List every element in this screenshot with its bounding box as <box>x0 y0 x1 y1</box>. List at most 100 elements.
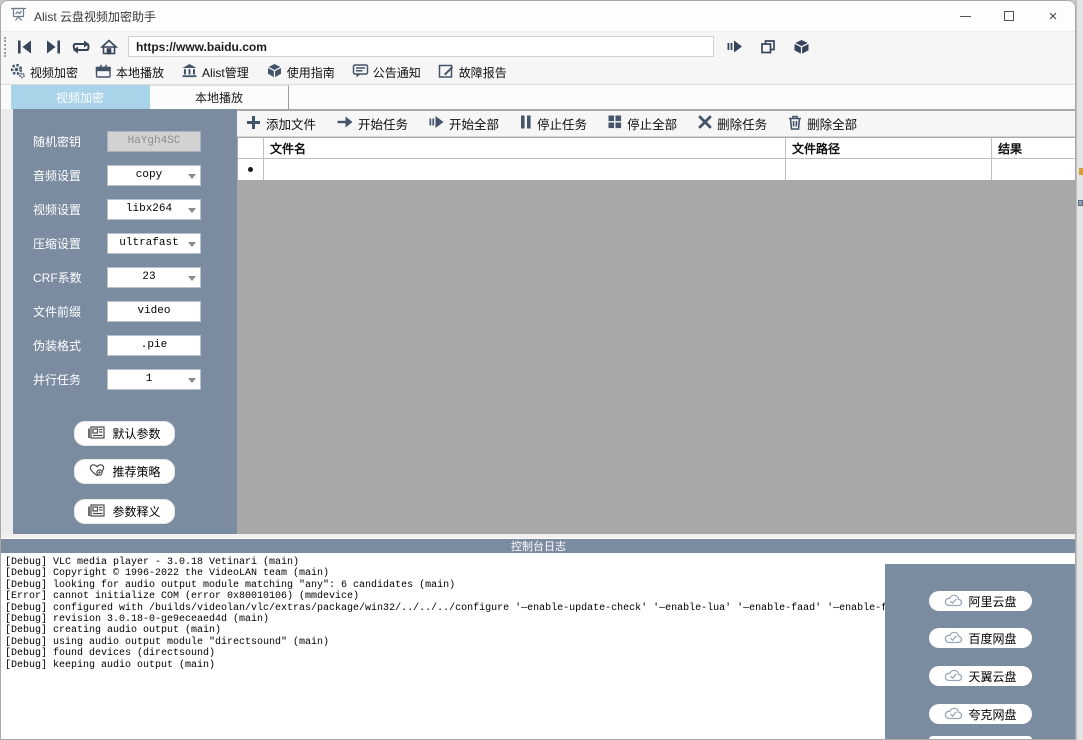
chevron-down-icon <box>188 242 196 247</box>
start-task-button[interactable]: 开始任务 <box>337 114 408 133</box>
field-label: 伪装格式 <box>33 337 107 354</box>
start-all-button[interactable]: 开始全部 <box>429 114 499 133</box>
cloud-drive-panel: 阿里云盘 百度网盘 天翼云盘 <box>885 562 1076 740</box>
tab-local-play[interactable]: 本地播放 <box>150 85 289 109</box>
cloud-check-icon <box>944 668 963 685</box>
menu-item-label: 故障报告 <box>459 64 507 81</box>
crf-select[interactable]: 23 <box>107 267 201 288</box>
cell-filename[interactable] <box>264 159 786 180</box>
toolbar-gripper <box>4 37 7 57</box>
table-row[interactable] <box>238 159 1076 180</box>
url-input[interactable] <box>128 36 714 57</box>
grid-corner-cell <box>238 138 264 158</box>
menu-user-guide[interactable]: 使用指南 <box>266 63 335 82</box>
file-grid: 文件名 文件路径 结果 <box>238 138 1076 180</box>
disguise-format-input[interactable] <box>107 335 201 356</box>
cell-filepath[interactable] <box>786 159 992 180</box>
baidu-drive-button[interactable]: 百度网盘 <box>929 628 1032 648</box>
delete-all-button[interactable]: 删除全部 <box>788 114 857 133</box>
file-prefix-input[interactable] <box>107 301 201 322</box>
field-label: 文件前缀 <box>33 303 107 320</box>
default-params-button[interactable]: 默认参数 <box>74 421 175 446</box>
copy-url-icon[interactable] <box>755 36 781 58</box>
refresh-icon[interactable] <box>68 36 94 58</box>
close-icon: × <box>1049 9 1058 24</box>
cloud-check-icon <box>944 630 963 647</box>
console-title: 控制台日志 <box>511 538 566 554</box>
clapperboard-icon <box>95 63 112 82</box>
arrow-right-icon <box>337 115 353 132</box>
grid-header-row: 文件名 文件路径 结果 <box>238 138 1076 159</box>
menu-item-label: 使用指南 <box>287 64 335 81</box>
heart-plus-icon <box>88 462 106 481</box>
background-window-sliver <box>1076 0 1083 740</box>
tab-strip: 视频加密 本地播放 <box>1 85 1075 109</box>
go-button[interactable] <box>722 36 748 58</box>
minimize-button[interactable] <box>943 1 987 31</box>
quark-drive-button[interactable]: 夸克网盘 <box>929 704 1032 724</box>
menu-item-label: 公告通知 <box>373 64 421 81</box>
speech-bubble-icon <box>352 63 369 82</box>
back-button[interactable] <box>12 36 38 58</box>
pause-icon <box>520 115 532 132</box>
menu-bug-report[interactable]: 故障报告 <box>438 63 507 82</box>
cube-icon <box>266 63 283 82</box>
preset-select[interactable]: ultrafast <box>107 233 201 254</box>
edit-report-icon <box>438 63 455 82</box>
menu-alist-manage[interactable]: Alist管理 <box>181 63 249 82</box>
delete-task-button[interactable]: 删除任务 <box>698 114 767 133</box>
partially-visible-drive-button[interactable] <box>929 736 1032 740</box>
title-bar: Alist 云盘视频加密助手 × <box>1 1 1075 31</box>
params-explain-button[interactable]: 参数释义 <box>74 499 175 524</box>
minimize-icon <box>960 16 971 17</box>
forward-button[interactable] <box>40 36 66 58</box>
menu-video-encrypt[interactable]: 视频加密 <box>9 63 78 82</box>
add-file-button[interactable]: 添加文件 <box>246 114 316 133</box>
background-icon <box>1079 168 1083 175</box>
stop-task-button[interactable]: 停止任务 <box>520 114 587 133</box>
background-icon <box>1078 200 1083 206</box>
close-button[interactable]: × <box>1031 1 1075 31</box>
column-header-filepath[interactable]: 文件路径 <box>786 138 992 158</box>
window-title: Alist 云盘视频加密助手 <box>34 8 156 25</box>
cloud-check-icon <box>944 593 963 610</box>
menu-local-play[interactable]: 本地播放 <box>95 63 164 82</box>
chevron-down-icon <box>188 208 196 213</box>
column-header-filename[interactable]: 文件名 <box>264 138 786 158</box>
chevron-down-icon <box>188 276 196 281</box>
x-icon <box>698 115 712 132</box>
package-icon[interactable] <box>788 36 814 58</box>
maximize-button[interactable] <box>987 1 1031 31</box>
newspaper-icon <box>88 425 106 443</box>
stop-all-button[interactable]: 停止全部 <box>608 114 677 133</box>
tianyi-drive-button[interactable]: 天翼云盘 <box>929 666 1032 686</box>
newspaper-icon <box>88 503 106 521</box>
browser-nav-bar <box>1 31 1075 61</box>
trash-icon <box>788 115 802 133</box>
plus-icon <box>246 115 261 133</box>
parallel-tasks-select[interactable]: 1 <box>107 369 201 390</box>
menu-item-label: 本地播放 <box>116 64 164 81</box>
field-label: 并行任务 <box>33 371 107 388</box>
random-key-field[interactable] <box>107 131 201 152</box>
field-label: 随机密钥 <box>33 133 107 150</box>
video-codec-select[interactable]: libx264 <box>107 199 201 220</box>
tab-video-encrypt[interactable]: 视频加密 <box>11 85 150 109</box>
app-icon <box>10 6 27 27</box>
stop-grid-icon <box>608 115 622 132</box>
content-frame: 随机密钥 音频设置 copy 视频设置 libx264 压缩设置 <box>1 109 1075 534</box>
settings-sidebar: 随机密钥 音频设置 copy 视频设置 libx264 压缩设置 <box>13 109 237 534</box>
field-label: 音频设置 <box>33 167 107 184</box>
home-button[interactable] <box>96 36 122 58</box>
audio-codec-select[interactable]: copy <box>107 165 201 186</box>
gear-icon <box>9 63 26 82</box>
cell-result[interactable] <box>992 159 1076 180</box>
column-header-result[interactable]: 结果 <box>992 138 1076 158</box>
field-label: 视频设置 <box>33 201 107 218</box>
aliyun-drive-button[interactable]: 阿里云盘 <box>929 591 1032 611</box>
field-label: CRF系数 <box>33 269 107 286</box>
menu-item-label: 视频加密 <box>30 64 78 81</box>
menu-announcement[interactable]: 公告通知 <box>352 63 421 82</box>
recommended-strategy-button[interactable]: 推荐策略 <box>74 459 175 484</box>
field-label: 压缩设置 <box>33 235 107 252</box>
